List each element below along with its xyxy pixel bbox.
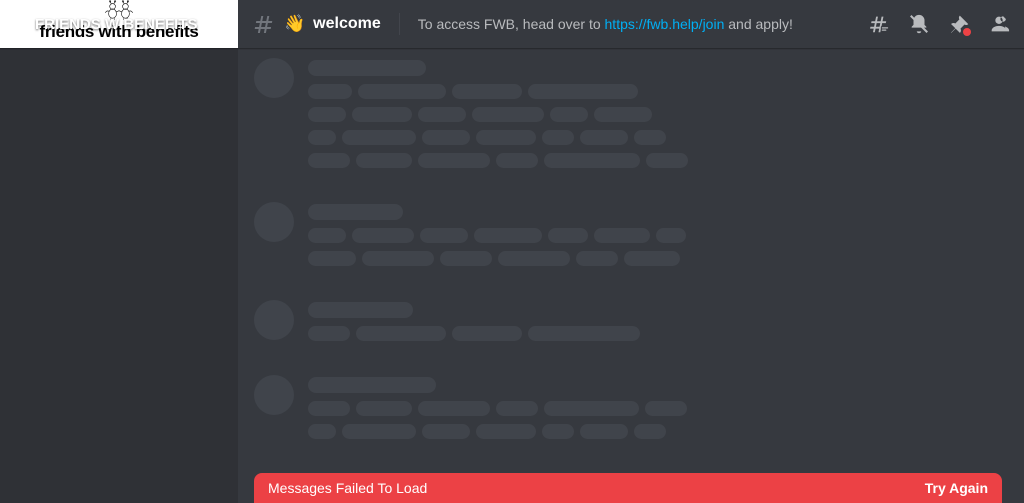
header-divider bbox=[399, 13, 400, 35]
server-header[interactable]: FRIENDS W BENEFITS bbox=[0, 0, 238, 48]
server-name: FRIENDS W BENEFITS bbox=[35, 16, 198, 33]
threads-icon[interactable] bbox=[868, 13, 890, 35]
member-list-icon[interactable] bbox=[988, 13, 1010, 35]
error-message: Messages Failed To Load bbox=[268, 480, 427, 496]
channel-sidebar: friends with benefits FRIENDS W BENEFITS bbox=[0, 0, 238, 503]
hash-icon bbox=[252, 12, 276, 36]
skeleton-message bbox=[254, 58, 1008, 176]
message-list-loading bbox=[238, 48, 1024, 503]
skeleton-message bbox=[254, 300, 1008, 349]
server-boost-icon bbox=[14, 17, 29, 32]
topic-suffix: and apply! bbox=[724, 16, 793, 32]
error-bar: Messages Failed To Load Try Again bbox=[254, 473, 1002, 503]
topic-link[interactable]: https://fwb.help/join bbox=[605, 16, 725, 32]
channel-name: welcome bbox=[313, 15, 381, 33]
chat-header: 👋 welcome To access FWB, head over to ht… bbox=[238, 0, 1024, 48]
notification-dot bbox=[963, 28, 971, 36]
channel-topic[interactable]: To access FWB, head over to https://fwb.… bbox=[418, 16, 850, 32]
chat-main: 👋 welcome To access FWB, head over to ht… bbox=[238, 0, 1024, 503]
wave-emoji: 👋 bbox=[284, 14, 305, 34]
try-again-button[interactable]: Try Again bbox=[925, 480, 988, 496]
notification-muted-icon[interactable] bbox=[908, 13, 930, 35]
skeleton-message bbox=[254, 202, 1008, 274]
topic-prefix: To access FWB, head over to bbox=[418, 16, 605, 32]
pinned-messages-icon[interactable] bbox=[948, 13, 970, 35]
skeleton-message bbox=[254, 375, 1008, 447]
chevron-down-icon[interactable] bbox=[208, 16, 224, 32]
